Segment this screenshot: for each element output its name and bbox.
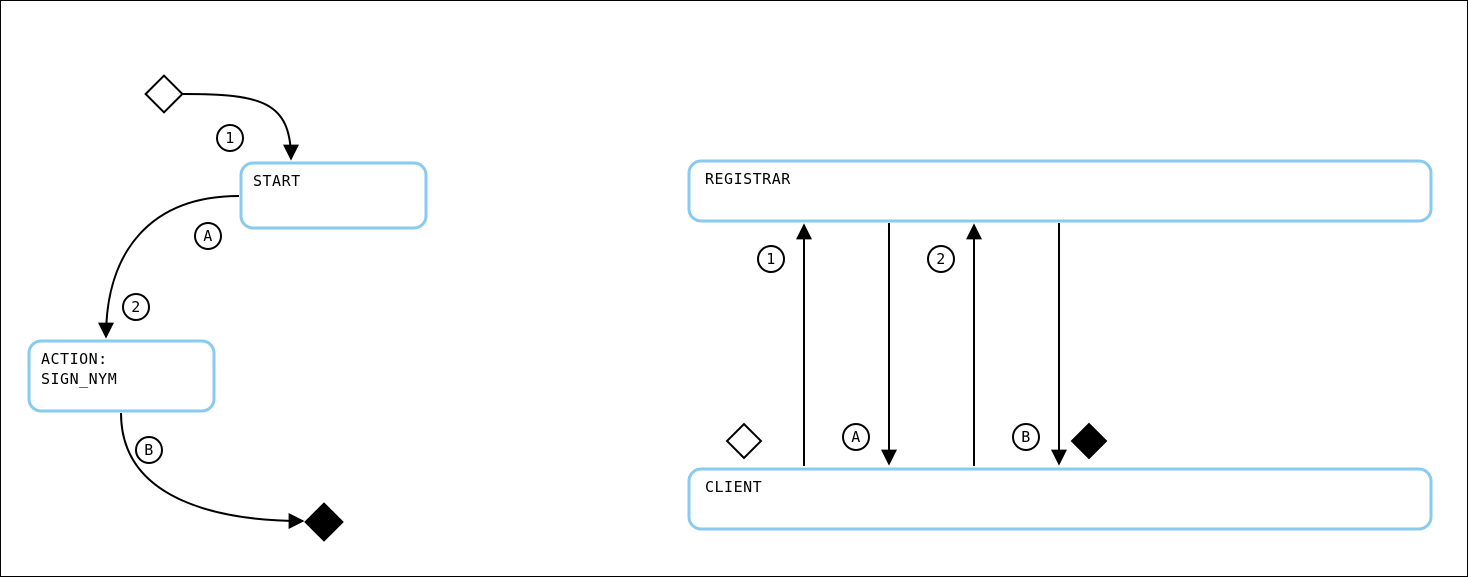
lane-registrar: REGISTRAR: [689, 161, 1431, 221]
lane-registrar-label: REGISTRAR: [705, 170, 791, 188]
msg-B-label: B: [1021, 428, 1031, 446]
diagram-frame: START ACTION: SIGN_NYM 1 A 2 B REGISTRAR…: [0, 0, 1468, 577]
end-diamond-icon: [306, 504, 343, 541]
seq-start-diamond-icon: [727, 424, 761, 458]
node-start-label: START: [253, 172, 301, 190]
msg-1-label: 1: [766, 250, 776, 268]
start-diamond-icon: [146, 76, 183, 113]
edge-B-path: [121, 413, 303, 521]
edge-A-label: A: [203, 227, 213, 245]
msg-A-label: A: [851, 428, 861, 446]
node-action-label-line1: ACTION:: [41, 350, 108, 368]
node-action: ACTION: SIGN_NYM: [29, 341, 214, 411]
lane-client: CLIENT: [689, 469, 1431, 529]
msg-2-label: 2: [936, 250, 946, 268]
edge-2-label: 2: [131, 298, 141, 316]
edge-1-label: 1: [225, 129, 235, 147]
lane-client-label: CLIENT: [705, 478, 762, 496]
edge-B-label: B: [144, 441, 154, 459]
node-start: START: [241, 163, 426, 228]
node-action-label-line2: SIGN_NYM: [41, 370, 117, 388]
seq-end-diamond-icon: [1072, 424, 1106, 458]
